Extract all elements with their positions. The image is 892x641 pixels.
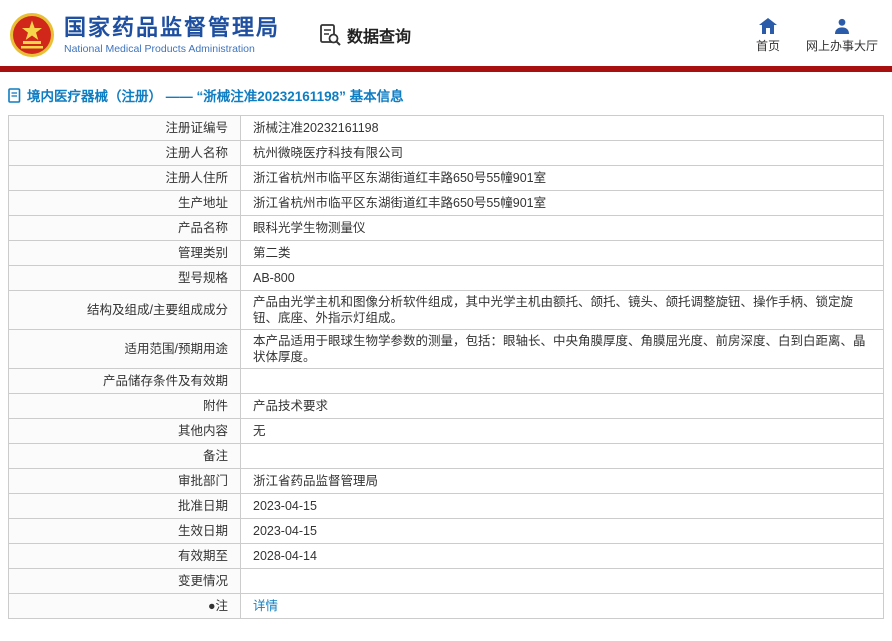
row-label: 注册人名称: [9, 141, 241, 166]
breadcrumb: 境内医疗器械（注册） —— “浙械注准20232161198” 基本信息: [0, 72, 892, 115]
table-row: 审批部门浙江省药品监督管理局: [9, 469, 884, 494]
row-value: 浙江省杭州市临平区东湖街道红丰路650号55幢901室: [241, 166, 884, 191]
table-row: 产品名称眼科光学生物测量仪: [9, 216, 884, 241]
table-row: 生效日期2023-04-15: [9, 519, 884, 544]
table-row: 变更情况: [9, 569, 884, 594]
data-query-icon: [318, 23, 342, 47]
row-label: 生效日期: [9, 519, 241, 544]
row-label: 附件: [9, 394, 241, 419]
row-label: 备注: [9, 444, 241, 469]
table-row: 生产地址浙江省杭州市临平区东湖街道红丰路650号55幢901室: [9, 191, 884, 216]
row-label: 变更情况: [9, 569, 241, 594]
row-value: 第二类: [241, 241, 884, 266]
row-value: [241, 569, 884, 594]
row-value: 浙江省杭州市临平区东湖街道红丰路650号55幢901室: [241, 191, 884, 216]
home-icon: [759, 16, 777, 34]
row-label: 适用范围/预期用途: [9, 330, 241, 369]
row-label: 审批部门: [9, 469, 241, 494]
nav-online-hall-label: 网上办事大厅: [806, 37, 878, 54]
row-label: 注册证编号: [9, 116, 241, 141]
row-value: 2028-04-14: [241, 544, 884, 569]
row-value: AB-800: [241, 266, 884, 291]
info-table-body: 注册证编号浙械注准20232161198注册人名称杭州微晓医疗科技有限公司注册人…: [9, 116, 884, 619]
row-value: 杭州微晓医疗科技有限公司: [241, 141, 884, 166]
person-icon: [834, 16, 850, 34]
row-value: [241, 444, 884, 469]
table-row: 批准日期2023-04-15: [9, 494, 884, 519]
table-row: 适用范围/预期用途本产品适用于眼球生物学参数的测量，包括：眼轴长、中央角膜厚度、…: [9, 330, 884, 369]
row-value: 眼科光学生物测量仪: [241, 216, 884, 241]
table-row: 结构及组成/主要组成成分产品由光学主机和图像分析软件组成，其中光学主机由额托、颌…: [9, 291, 884, 330]
row-value: 产品由光学主机和图像分析软件组成，其中光学主机由额托、颌托、镜头、颌托调整旋钮、…: [241, 291, 884, 330]
row-value: 2023-04-15: [241, 519, 884, 544]
row-value: 2023-04-15: [241, 494, 884, 519]
table-row: 附件产品技术要求: [9, 394, 884, 419]
row-label: 其他内容: [9, 419, 241, 444]
row-label: 生产地址: [9, 191, 241, 216]
row-value: 浙江省药品监督管理局: [241, 469, 884, 494]
row-label: ●注: [9, 594, 241, 619]
detail-link[interactable]: 详情: [253, 599, 278, 613]
row-value: 产品技术要求: [241, 394, 884, 419]
row-label: 有效期至: [9, 544, 241, 569]
page-title: 境内医疗器械（注册） —— “浙械注准20232161198” 基本信息: [27, 85, 404, 105]
org-name-en: National Medical Products Administration: [64, 43, 280, 55]
row-value: [241, 369, 884, 394]
row-label: 批准日期: [9, 494, 241, 519]
table-row: 注册人名称杭州微晓医疗科技有限公司: [9, 141, 884, 166]
row-label: 管理类别: [9, 241, 241, 266]
table-row: 管理类别第二类: [9, 241, 884, 266]
table-row: 型号规格AB-800: [9, 266, 884, 291]
emblem-icon: [8, 11, 56, 59]
row-value: 无: [241, 419, 884, 444]
row-label: 产品名称: [9, 216, 241, 241]
row-value: 本产品适用于眼球生物学参数的测量，包括：眼轴长、中央角膜厚度、角膜屈光度、前房深…: [241, 330, 884, 369]
nav-data-query[interactable]: 数据查询: [318, 23, 411, 47]
top-nav: 首页 网上办事大厅: [744, 16, 878, 54]
document-icon: [8, 88, 22, 103]
row-label: 产品储存条件及有效期: [9, 369, 241, 394]
nav-online-hall[interactable]: 网上办事大厅: [806, 16, 878, 54]
org-name-cn: 国家药品监督管理局: [64, 15, 280, 40]
registration-info-table: 注册证编号浙械注准20232161198注册人名称杭州微晓医疗科技有限公司注册人…: [8, 115, 884, 619]
table-row: 注册人住所浙江省杭州市临平区东湖街道红丰路650号55幢901室: [9, 166, 884, 191]
org-names: 国家药品监督管理局 National Medical Products Admi…: [64, 15, 280, 54]
nav-home-label: 首页: [756, 37, 780, 54]
table-row: 产品储存条件及有效期: [9, 369, 884, 394]
nav-home[interactable]: 首页: [744, 16, 792, 54]
national-emblem-logo: [8, 11, 56, 59]
row-label: 注册人住所: [9, 166, 241, 191]
table-row: ●注详情: [9, 594, 884, 619]
row-label: 结构及组成/主要组成成分: [9, 291, 241, 330]
row-value: 详情: [241, 594, 884, 619]
row-value: 浙械注准20232161198: [241, 116, 884, 141]
table-row: 备注: [9, 444, 884, 469]
table-row: 有效期至2028-04-14: [9, 544, 884, 569]
row-label: 型号规格: [9, 266, 241, 291]
table-row: 注册证编号浙械注准20232161198: [9, 116, 884, 141]
page-header: 国家药品监督管理局 National Medical Products Admi…: [0, 0, 892, 66]
table-wrap: 注册证编号浙械注准20232161198注册人名称杭州微晓医疗科技有限公司注册人…: [0, 115, 892, 619]
data-query-label: 数据查询: [347, 23, 411, 47]
table-row: 其他内容无: [9, 419, 884, 444]
